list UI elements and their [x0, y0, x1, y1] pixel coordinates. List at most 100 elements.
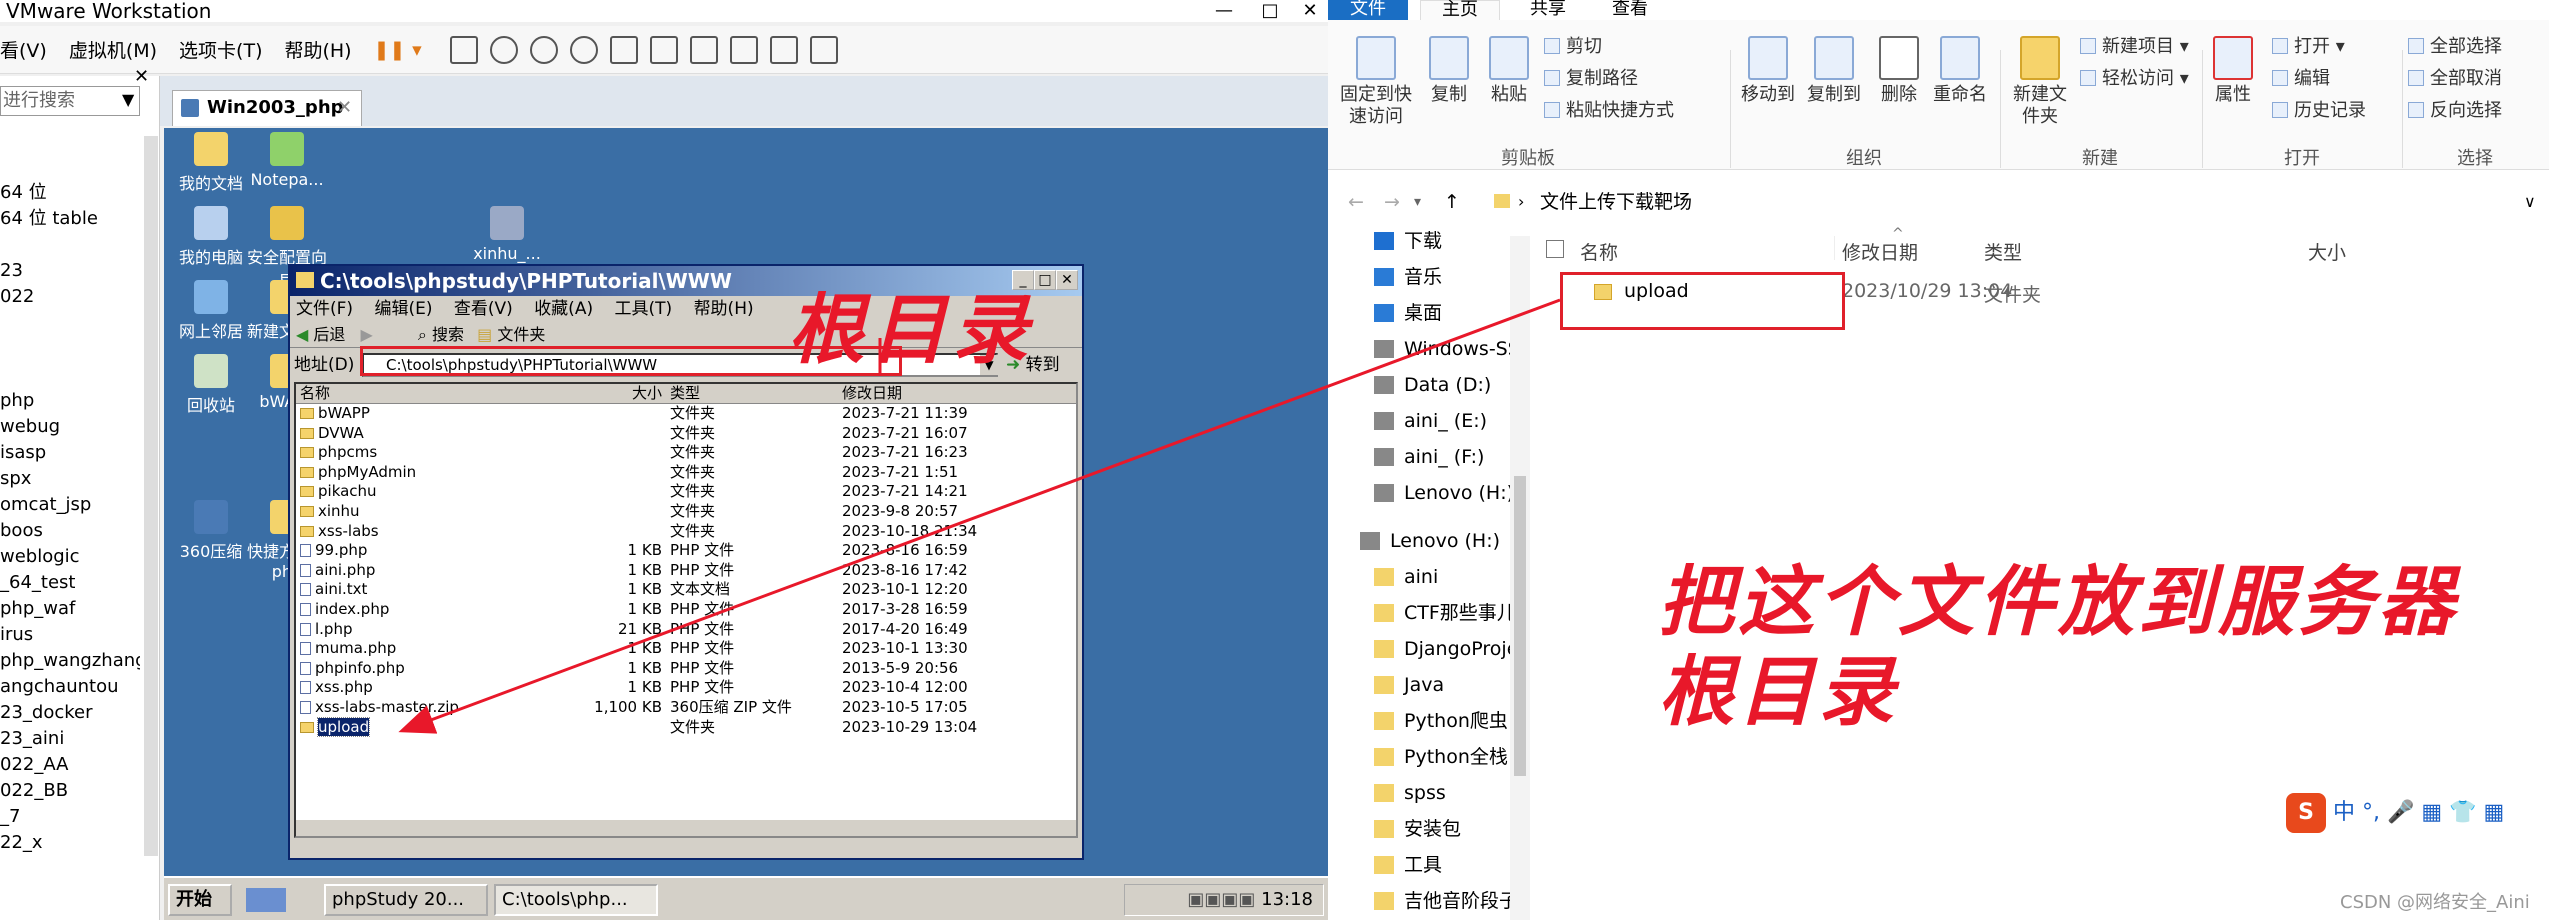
col-name[interactable]: 名称	[1580, 238, 1618, 265]
nav-item[interactable]: Java	[1374, 670, 1444, 700]
copy-button[interactable]: 复制	[1422, 36, 1476, 106]
select-all-button[interactable]: 全部选择	[2408, 32, 2502, 58]
file-row[interactable]: 99.php 1 KB PHP 文件 2023-8-16 16:59	[296, 541, 1076, 561]
file-row[interactable]: muma.php 1 KB PHP 文件 2023-10-1 13:30	[296, 639, 1076, 659]
delete-button[interactable]: 删除	[1874, 36, 1924, 106]
library-item[interactable]: weblogic	[0, 544, 140, 570]
desktop-icon-xinhu[interactable]: xinhu_...	[464, 206, 550, 263]
select-none-button[interactable]: 全部取消	[2408, 64, 2502, 90]
file-row[interactable]: bWAPP 文件夹 2023-7-21 11:39	[296, 404, 1076, 424]
file-row[interactable]: upload 文件夹 2023-10-29 13:04	[296, 716, 1076, 738]
nav-item[interactable]: 下载	[1374, 226, 1442, 256]
file-row[interactable]: aini.php 1 KB PHP 文件 2023-8-16 17:42	[296, 561, 1076, 581]
library-scrollbar[interactable]	[144, 136, 158, 856]
library-item[interactable]: 64 位 table	[0, 206, 140, 232]
library-item[interactable]	[0, 336, 140, 362]
copy-to-button[interactable]: 复制到	[1802, 36, 1866, 106]
file-row[interactable]: phpcms 文件夹 2023-7-21 16:23	[296, 443, 1076, 463]
nav-item[interactable]: Lenovo (H:)	[1374, 478, 1514, 508]
cut-button[interactable]: 剪切	[1544, 32, 1602, 58]
col-type[interactable]: 类型	[1984, 238, 2022, 265]
file-row[interactable]: xss-labs 文件夹 2023-10-18 21:34	[296, 522, 1076, 542]
thumbnail-view-icon[interactable]	[649, 35, 678, 64]
library-item[interactable]: 23_docker	[0, 700, 140, 726]
library-search-input[interactable]: 进行搜索	[0, 86, 140, 116]
address-dropdown-icon[interactable]: ∨	[2524, 182, 2536, 222]
folders-button[interactable]: 文件夹	[497, 325, 545, 344]
start-button[interactable]: 开始	[168, 884, 232, 916]
tab-file[interactable]: 文件	[1328, 0, 1408, 20]
invert-selection-button[interactable]: 反向选择	[2408, 96, 2502, 122]
paste-shortcut-button[interactable]: 粘贴快捷方式	[1544, 96, 1674, 122]
file-row[interactable]: xss.php 1 KB PHP 文件 2023-10-4 12:00	[296, 678, 1076, 698]
back-button[interactable]: 后退	[313, 325, 345, 344]
library-item[interactable]: 23_aini	[0, 726, 140, 752]
nav-item[interactable]: Windows-SS	[1374, 334, 1520, 364]
close-library-icon[interactable]: ✕	[134, 66, 149, 87]
library-item[interactable]: irus	[0, 622, 140, 648]
nav-scrollbar[interactable]	[1510, 236, 1530, 920]
back-icon[interactable]: ◀	[296, 325, 308, 344]
breadcrumb-chevron-icon[interactable]: ›	[1518, 182, 1524, 222]
folders-icon[interactable]: ▤	[477, 325, 492, 344]
library-item[interactable]: angchauntou	[0, 674, 140, 700]
library-item[interactable]	[0, 310, 140, 336]
library-view-icon[interactable]	[609, 35, 638, 64]
recent-dropdown-icon[interactable]: ▾	[1414, 182, 1421, 222]
horizontal-scrollbar[interactable]	[296, 820, 1076, 836]
library-item[interactable]: php	[0, 388, 140, 414]
snapshot-icon[interactable]	[489, 35, 518, 64]
col-size[interactable]: 大小	[2308, 238, 2346, 265]
xp-menu-favorites[interactable]: 收藏(A)	[534, 299, 593, 319]
xp-menu-tools[interactable]: 工具(T)	[615, 299, 673, 319]
close-tab-icon[interactable]: ✕	[337, 91, 352, 125]
nav-item[interactable]: 桌面	[1374, 298, 1442, 328]
fullscreen-icon[interactable]	[689, 35, 718, 64]
chevron-down-icon[interactable]: ▼	[122, 90, 134, 109]
col-name[interactable]: 名称	[300, 384, 330, 404]
xp-close-button[interactable]: ✕	[1056, 270, 1078, 290]
forward-icon[interactable]: ▶	[361, 325, 373, 344]
col-date[interactable]: 修改日期	[1834, 238, 1918, 265]
tab-view[interactable]: 查看	[1590, 0, 1670, 18]
xp-menu-view[interactable]: 查看(V)	[454, 299, 513, 319]
open-button[interactable]: 打开 ▾	[2272, 32, 2345, 58]
nav-item[interactable]: Data (D:)	[1374, 370, 1491, 400]
rename-button[interactable]: 重命名	[1928, 36, 1992, 106]
pause-icon[interactable]: ❚❚ ▾	[374, 39, 422, 61]
desktop-icon-360zip[interactable]: 360压缩	[168, 500, 254, 562]
new-item-button[interactable]: 新建项目 ▾	[2080, 32, 2189, 58]
search-button[interactable]: 搜索	[432, 325, 464, 344]
file-row[interactable]: aini.txt 1 KB 文本文档 2023-10-1 12:20	[296, 580, 1076, 600]
library-item[interactable]: 022_BB	[0, 778, 140, 804]
library-item[interactable]: php_waf	[0, 596, 140, 622]
file-row[interactable]: l.php 21 KB PHP 文件 2017-4-20 16:49	[296, 620, 1076, 640]
nav-item[interactable]: DjangoProje	[1374, 634, 1518, 664]
minimize-button[interactable]: —	[1210, 0, 1238, 22]
stretch-icon[interactable]	[809, 35, 838, 64]
xp-maximize-button[interactable]: □	[1034, 270, 1056, 290]
nav-item[interactable]: aini_ (E:)	[1374, 406, 1487, 436]
desktop-icon-network[interactable]: 网上邻居	[168, 280, 254, 342]
nav-item[interactable]: Lenovo (H:)	[1360, 526, 1500, 556]
nav-item[interactable]: aini	[1374, 562, 1438, 592]
new-folder-button[interactable]: 新建文件夹	[2010, 36, 2070, 128]
taskbar-explorer[interactable]: C:\tools\php...	[494, 884, 658, 916]
search-icon[interactable]: ⌕	[418, 325, 427, 344]
xp-menu-edit[interactable]: 编辑(E)	[374, 299, 432, 319]
file-row[interactable]: phpMyAdmin 文件夹 2023-7-21 1:51	[296, 463, 1076, 483]
taskbar-phpstudy[interactable]: phpStudy 20...	[324, 884, 488, 916]
library-item[interactable]: 22_x	[0, 830, 140, 856]
col-size[interactable]: 大小	[546, 384, 662, 404]
scroll-thumb[interactable]	[1514, 476, 1526, 776]
pin-button[interactable]: 固定到快速访问	[1334, 36, 1418, 128]
library-item[interactable]: 022	[0, 284, 140, 310]
desktop-icon-mycomputer[interactable]: 我的电脑	[168, 206, 254, 268]
move-to-button[interactable]: 移动到	[1736, 36, 1800, 106]
library-item[interactable]: isasp	[0, 440, 140, 466]
library-item[interactable]	[0, 232, 140, 258]
up-arrow-icon[interactable]: ↑	[1444, 182, 1460, 222]
col-type[interactable]: 类型	[670, 384, 700, 404]
nav-item[interactable]: aini_ (F:)	[1374, 442, 1484, 472]
history-button[interactable]: 历史记录	[2272, 96, 2366, 122]
